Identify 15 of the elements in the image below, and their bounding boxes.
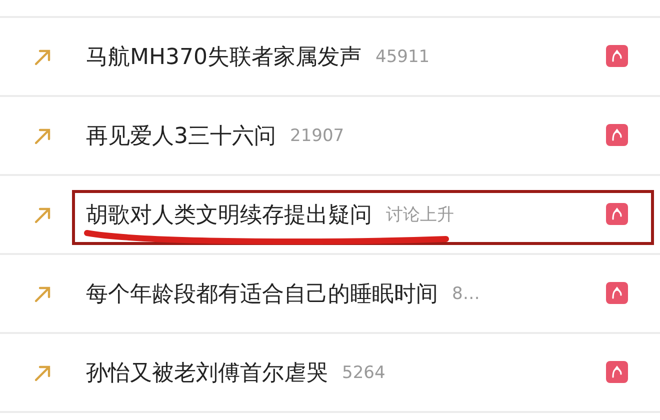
hot-topic-title[interactable]: 胡歌对人类文明续存提出疑问 [86,200,372,230]
hot-topic-title[interactable]: 再见爱人3三十六问 [86,120,276,150]
heat-count: 21907 [290,126,344,146]
heat-count: 5264 [342,362,386,382]
rising-badge-icon [606,203,628,225]
rising-badge-icon [606,282,628,304]
rising-badge-icon [606,361,628,383]
rising-badge-icon [606,124,628,146]
hot-topic-title[interactable]: 孙怡又被老刘傅首尔虐哭 [86,358,328,388]
hot-topic-title[interactable]: 马航MH370失联者家属发声 [86,42,362,72]
heat-count: 8… [452,284,480,304]
heat-count: 讨论上升 [386,204,454,226]
rising-badge-icon [606,45,628,67]
hot-topic-title[interactable]: 每个年龄段都有适合自己的睡眠时间 [86,278,438,308]
heat-count: 45911 [376,46,430,66]
